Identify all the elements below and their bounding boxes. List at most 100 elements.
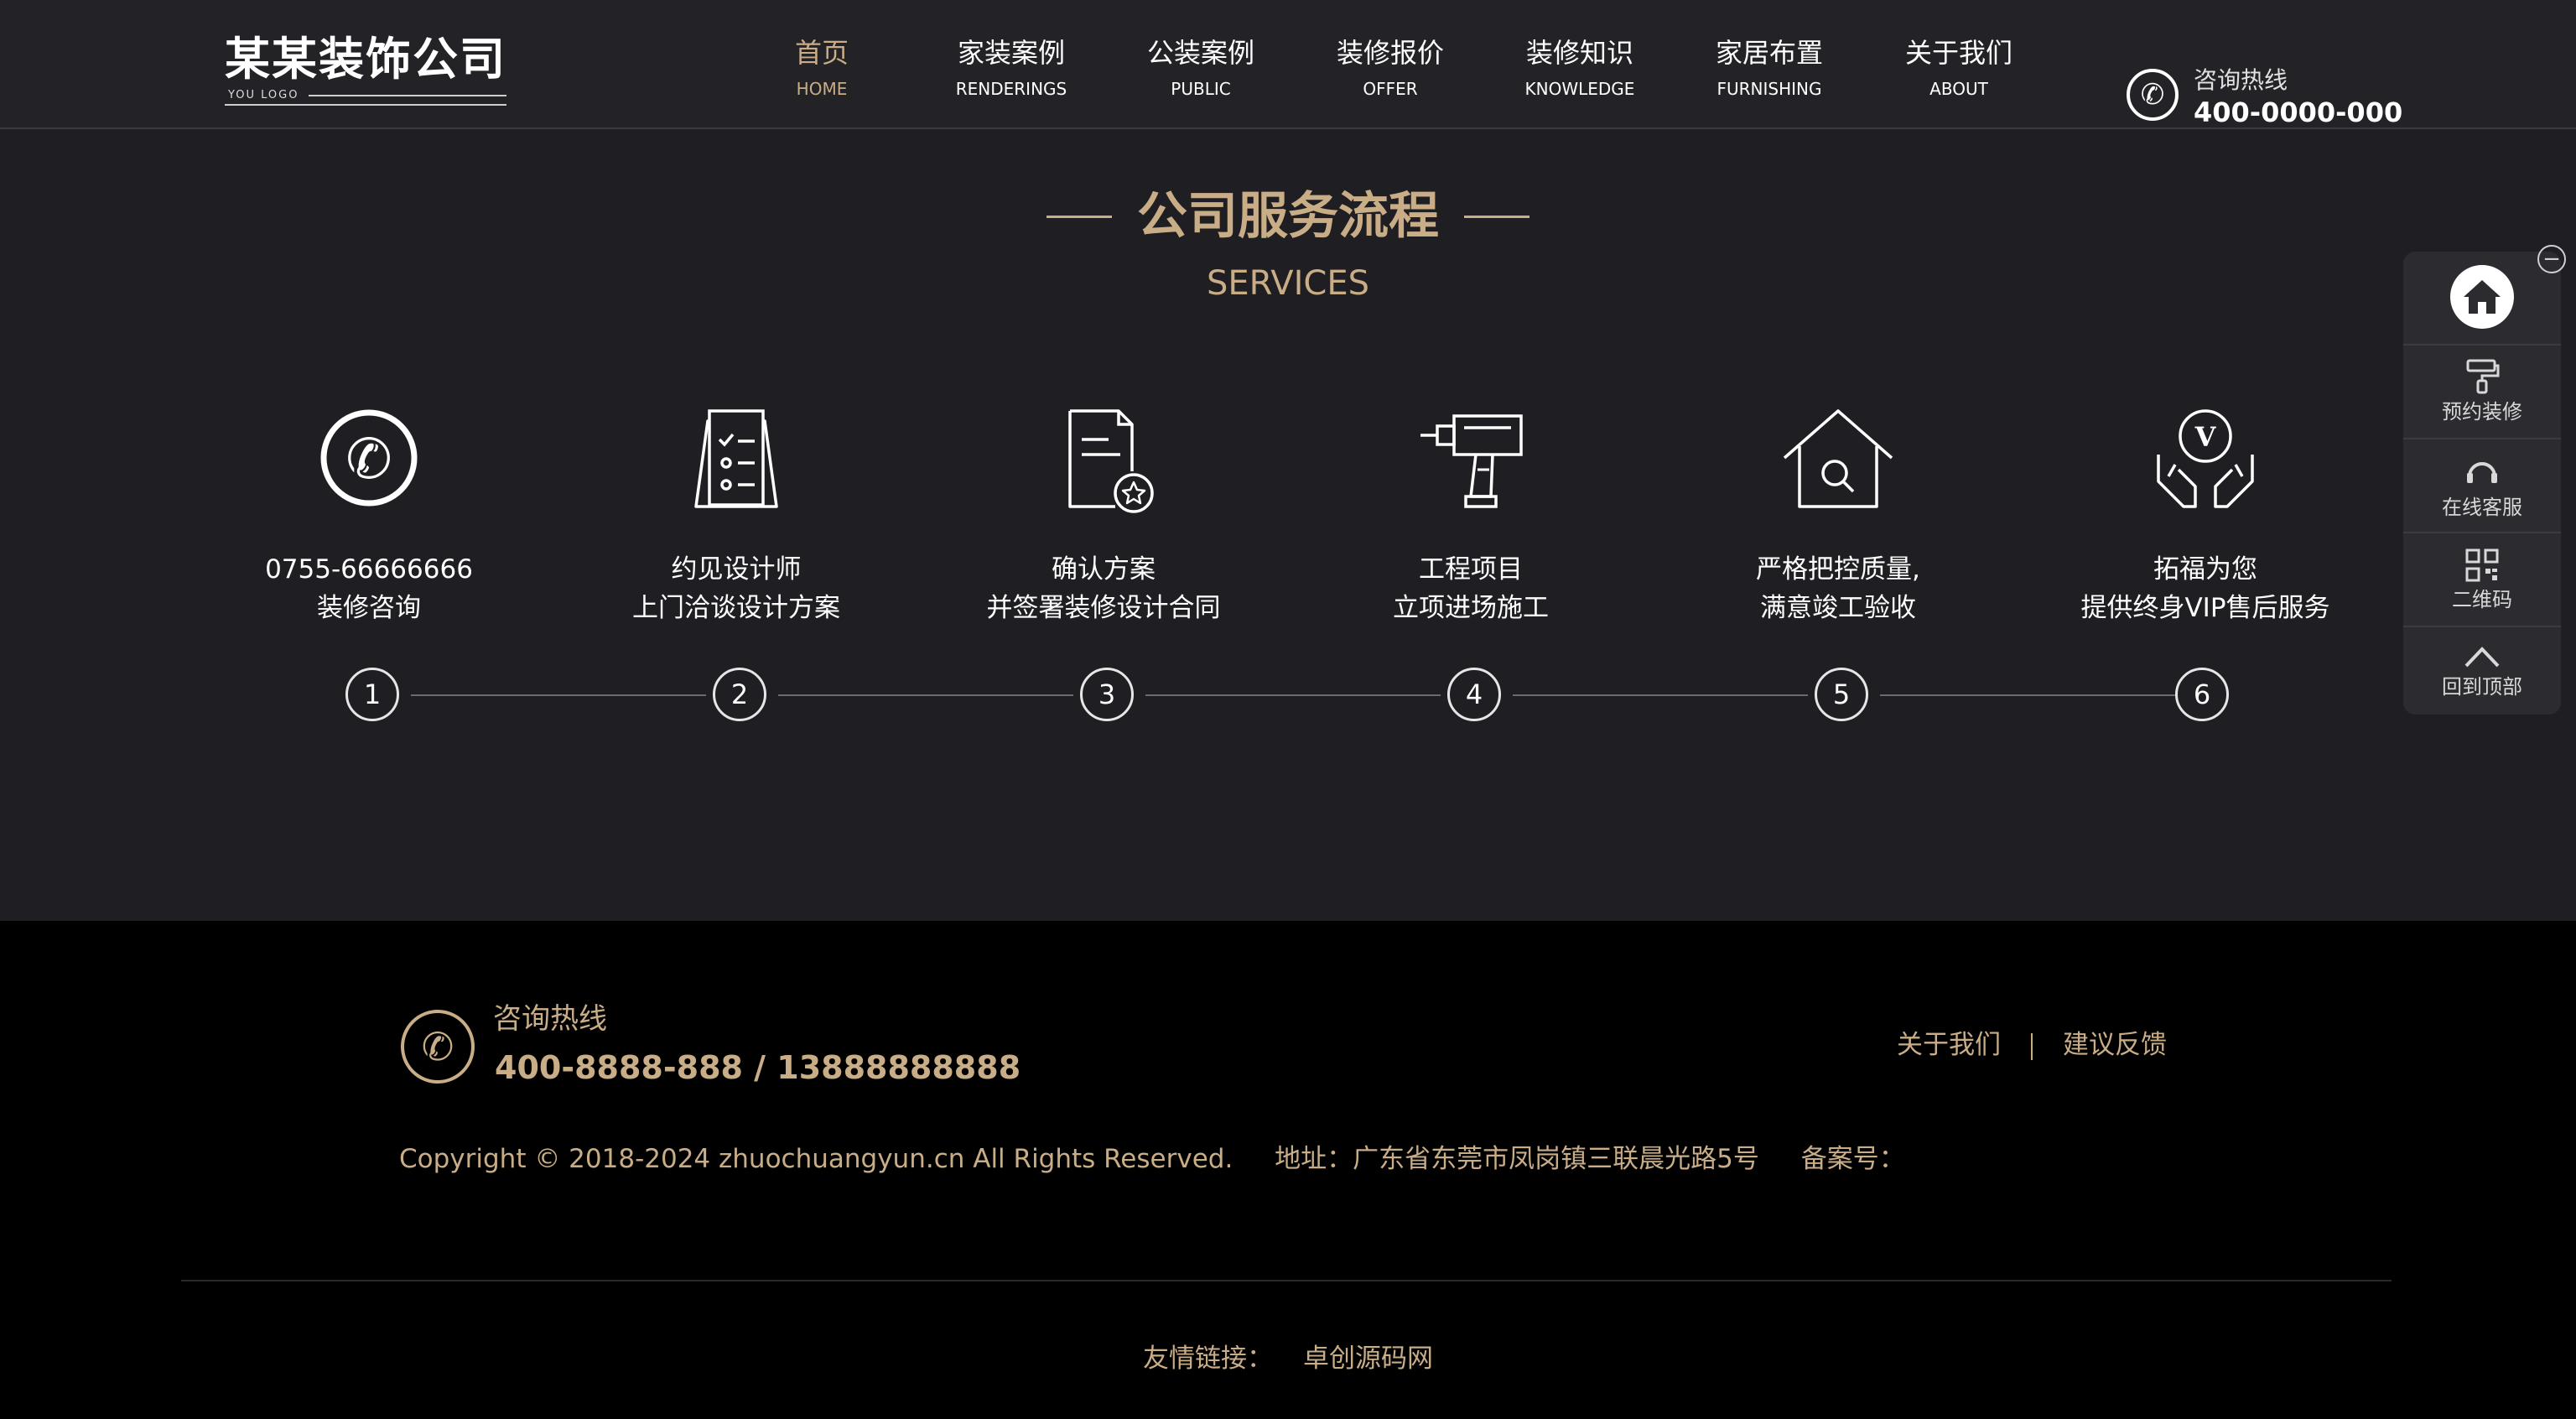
service-step: 约见设计师 上门洽谈设计方案 — [560, 403, 912, 627]
services-title-row: 公司服务流程 — [0, 183, 2576, 250]
nav-item-furnishing[interactable]: 家居布置 FURNISHING — [1685, 34, 1853, 101]
step-connector — [778, 694, 1073, 696]
vip-hands-icon: V — [2157, 409, 2254, 508]
footer-link-feedback[interactable]: 建议反馈 — [2063, 1030, 2167, 1060]
phone-icon: ✆ — [320, 409, 418, 507]
nav-label-cn: 公装案例 — [1146, 37, 1254, 69]
step-number: 1 — [345, 668, 399, 721]
nav-label-en: HOME — [796, 79, 848, 99]
house-search-icon — [1783, 409, 1893, 508]
step-desc: 并签署装修设计合同 — [986, 593, 1221, 623]
phone-icon: ✆ — [401, 1010, 475, 1084]
side-float-panel: 预约装修 在线客服 二维码 回到顶部 — [2403, 252, 2561, 715]
service-step: V 拓福为您 提供终身VIP售后服务 — [2029, 403, 2381, 627]
paint-roller-icon — [2466, 359, 2500, 394]
hotline-label: 咨询热线 — [2194, 66, 2288, 94]
nav-label-cn: 装修知识 — [1525, 37, 1633, 69]
nav-label-en: ABOUT — [1929, 79, 1988, 99]
footer-divider — [181, 1280, 2392, 1281]
step-connector — [1513, 694, 1808, 696]
home-icon — [2450, 265, 2514, 329]
step-desc: 立项进场施工 — [1393, 593, 1549, 623]
logo-underline — [225, 104, 506, 106]
side-panel-collapse-button[interactable]: − — [2537, 245, 2566, 273]
service-step: ✆ 0755-66666666 装修咨询 — [193, 403, 545, 627]
nav-label-en: RENDERINGS — [955, 79, 1067, 99]
nav-label-en: PUBLIC — [1171, 79, 1231, 99]
step-connector — [411, 694, 706, 696]
side-item-qr-code[interactable]: 二维码 — [2403, 532, 2561, 626]
checklist-icon — [694, 409, 778, 508]
footer-copyright-row: Copyright © 2018-2024 zhuochuangyun.cn A… — [399, 1141, 1939, 1177]
title-dash-right — [1464, 215, 1530, 218]
step-title: 工程项目 — [1419, 554, 1523, 585]
nav-label-cn: 装修报价 — [1336, 37, 1444, 69]
footer-hotline-number: 400-8888-888 / 13888888888 — [495, 1049, 1021, 1086]
nav-label-en: FURNISHING — [1716, 79, 1822, 99]
step-progress-row: 1 2 3 4 5 6 — [0, 668, 2576, 726]
side-item-appointment[interactable]: 预约装修 — [2403, 344, 2561, 438]
step-number: 4 — [1447, 668, 1501, 721]
chevron-up-icon — [2464, 647, 2500, 668]
side-item-label: 二维码 — [2452, 588, 2512, 611]
nav-label-cn: 首页 — [794, 37, 849, 69]
logo-text: 某某装饰公司 — [225, 33, 506, 86]
side-item-label: 回到顶部 — [2442, 675, 2522, 699]
friend-link[interactable]: 卓创源码网 — [1303, 1344, 1433, 1374]
icp-text: 备案号： — [1800, 1144, 1905, 1174]
address-text: 地址：广东省东莞市凤岗镇三联晨光路5号 — [1275, 1144, 1759, 1174]
step-title: 拓福为您 — [2153, 554, 2257, 585]
service-step: 确认方案 并签署装修设计合同 — [927, 403, 1280, 627]
nav-label-cn: 家居布置 — [1715, 37, 1823, 69]
svg-text:V: V — [2194, 421, 2217, 453]
nav-item-offer[interactable]: 装修报价 OFFER — [1306, 34, 1474, 101]
logo-subtext: YOU LOGO — [228, 89, 299, 101]
nav-item-public[interactable]: 公装案例 PUBLIC — [1117, 34, 1285, 101]
nav-label-cn: 关于我们 — [1904, 37, 2012, 69]
step-title: 0755-66666666 — [265, 554, 473, 585]
side-item-label: 在线客服 — [2442, 496, 2522, 519]
nav-label-cn: 家装案例 — [957, 37, 1065, 69]
footer-link-separator — [2031, 1032, 2033, 1060]
step-desc: 满意竣工验收 — [1760, 593, 1916, 623]
nav-item-renderings[interactable]: 家装案例 RENDERINGS — [927, 34, 1095, 101]
nav-label-en: OFFER — [1363, 79, 1418, 99]
site-header: 某某装饰公司 YOU LOGO 首页 HOME 家装案例 RENDERINGS … — [0, 0, 2576, 129]
step-connector — [1880, 694, 2175, 696]
step-number: 5 — [1815, 668, 1868, 721]
nav-label-en: KNOWLEDGE — [1524, 79, 1635, 99]
site-logo[interactable]: 某某装饰公司 YOU LOGO — [225, 34, 510, 109]
service-step: 严格把控质量, 满意竣工验收 — [1662, 403, 2014, 627]
side-item-label: 预约装修 — [2442, 400, 2522, 424]
footer-link-about[interactable]: 关于我们 — [1897, 1030, 2001, 1060]
site-footer: ✆ 咨询热线 400-8888-888 / 13888888888 关于我们 建议… — [0, 921, 2576, 1419]
nav-item-about[interactable]: 关于我们 ABOUT — [1875, 34, 2043, 101]
nav-item-knowledge[interactable]: 装修知识 KNOWLEDGE — [1496, 34, 1664, 101]
title-dash-left — [1046, 215, 1112, 218]
services-title: 公司服务流程 — [1137, 187, 1439, 246]
drill-icon — [1420, 414, 1523, 508]
step-title: 严格把控质量, — [1756, 554, 1920, 585]
step-number: 6 — [2175, 668, 2229, 721]
nav-item-home[interactable]: 首页 HOME — [738, 34, 906, 101]
headset-icon — [2467, 462, 2497, 483]
step-number: 2 — [713, 668, 766, 721]
step-number: 3 — [1080, 668, 1134, 721]
side-home-button[interactable] — [2403, 252, 2561, 342]
step-title: 确认方案 — [1052, 554, 1156, 585]
contract-icon — [1068, 409, 1154, 513]
step-desc: 装修咨询 — [317, 593, 421, 623]
footer-hotline-label: 咨询热线 — [493, 1002, 607, 1036]
friend-links-label: 友情链接： — [1143, 1344, 1273, 1374]
friend-links: 友情链接： 卓创源码网 — [0, 1340, 2576, 1377]
svg-text:✆: ✆ — [345, 427, 392, 491]
footer-links: 关于我们 建议反馈 — [1897, 1028, 2167, 1062]
qr-code-icon — [2465, 548, 2499, 582]
side-item-back-to-top[interactable]: 回到顶部 — [2403, 626, 2561, 716]
step-connector — [1145, 694, 1441, 696]
step-title: 约见设计师 — [671, 554, 802, 585]
phone-icon: ✆ — [2127, 69, 2179, 121]
step-desc: 提供终身VIP售后服务 — [2080, 593, 2330, 623]
service-step: 工程项目 立项进场施工 — [1295, 403, 1647, 627]
side-item-online-service[interactable]: 在线客服 — [2403, 438, 2561, 532]
